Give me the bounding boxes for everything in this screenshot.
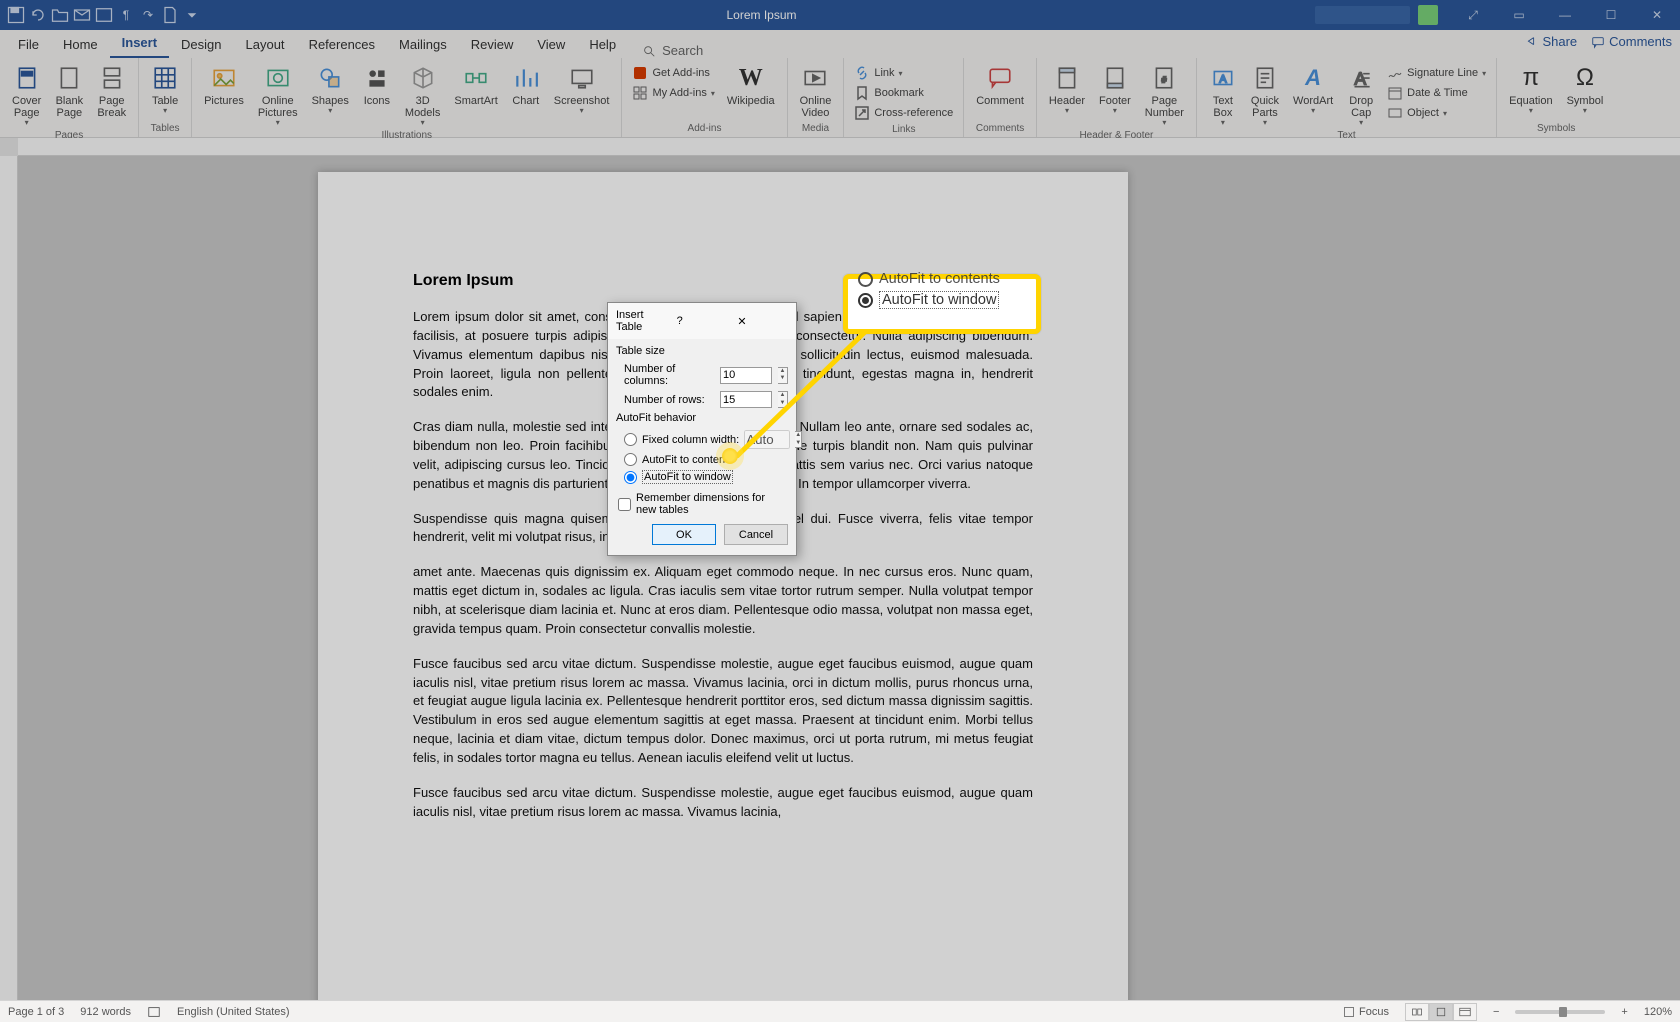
callout-contents-label: AutoFit to contents <box>879 271 1000 287</box>
num-columns-spinner[interactable]: ▲▼ <box>778 367 788 384</box>
zoom-slider-thumb[interactable] <box>1559 1007 1567 1017</box>
status-language[interactable]: English (United States) <box>177 1006 290 1018</box>
view-buttons <box>1405 1003 1477 1021</box>
callout-highlight: AutoFit to contents AutoFit to window <box>843 274 1041 334</box>
cancel-button[interactable]: Cancel <box>724 524 788 545</box>
zoom-out-icon[interactable]: − <box>1493 1006 1499 1018</box>
zoom-slider[interactable] <box>1515 1010 1605 1014</box>
num-rows-spinner[interactable]: ▲▼ <box>778 391 788 408</box>
section-table-size: Table size <box>616 343 788 361</box>
dialog-help-icon[interactable]: ? <box>677 315 728 327</box>
fixed-width-input[interactable] <box>744 430 790 449</box>
radio-fixed-width[interactable] <box>624 433 637 446</box>
fixed-width-label: Fixed column width: <box>642 434 739 446</box>
focus-mode-button[interactable]: Focus <box>1343 1006 1389 1018</box>
num-columns-input[interactable] <box>720 367 772 384</box>
callout-radio-filled-icon <box>858 293 873 308</box>
callout-marker-icon <box>722 448 738 464</box>
status-words[interactable]: 912 words <box>80 1006 131 1018</box>
autofit-window-label: AutoFit to window <box>642 470 733 484</box>
status-bar: Page 1 of 3 912 words English (United St… <box>0 1000 1680 1022</box>
radio-autofit-window[interactable] <box>624 471 637 484</box>
zoom-level[interactable]: 120% <box>1644 1006 1672 1018</box>
num-rows-input[interactable] <box>720 391 772 408</box>
zoom-in-icon[interactable]: + <box>1621 1006 1627 1018</box>
dialog-titlebar: Insert Table ? ✕ <box>608 303 796 339</box>
status-page[interactable]: Page 1 of 3 <box>8 1006 64 1018</box>
dialog-title: Insert Table <box>616 309 667 333</box>
num-rows-label: Number of rows: <box>624 394 714 406</box>
insert-table-dialog: Insert Table ? ✕ Table size Number of co… <box>607 302 797 556</box>
callout-radio-icon <box>858 272 873 287</box>
ok-button[interactable]: OK <box>652 524 716 545</box>
section-autofit: AutoFit behavior <box>616 410 788 428</box>
dialog-close-icon[interactable]: ✕ <box>737 315 788 328</box>
fixed-width-spinner[interactable]: ▲▼ <box>795 431 802 448</box>
status-spellcheck-icon[interactable] <box>147 1005 161 1019</box>
remember-dimensions-checkbox[interactable] <box>618 498 631 511</box>
read-mode-icon[interactable] <box>1405 1003 1429 1021</box>
remember-dimensions-label: Remember dimensions for new tables <box>636 492 788 516</box>
callout-window-label: AutoFit to window <box>879 291 999 309</box>
print-layout-icon[interactable] <box>1429 1003 1453 1021</box>
modal-overlay <box>0 0 1680 1022</box>
web-layout-icon[interactable] <box>1453 1003 1477 1021</box>
autofit-contents-label: AutoFit to contents <box>642 454 734 466</box>
radio-autofit-contents[interactable] <box>624 453 637 466</box>
num-columns-label: Number of columns: <box>624 363 714 387</box>
